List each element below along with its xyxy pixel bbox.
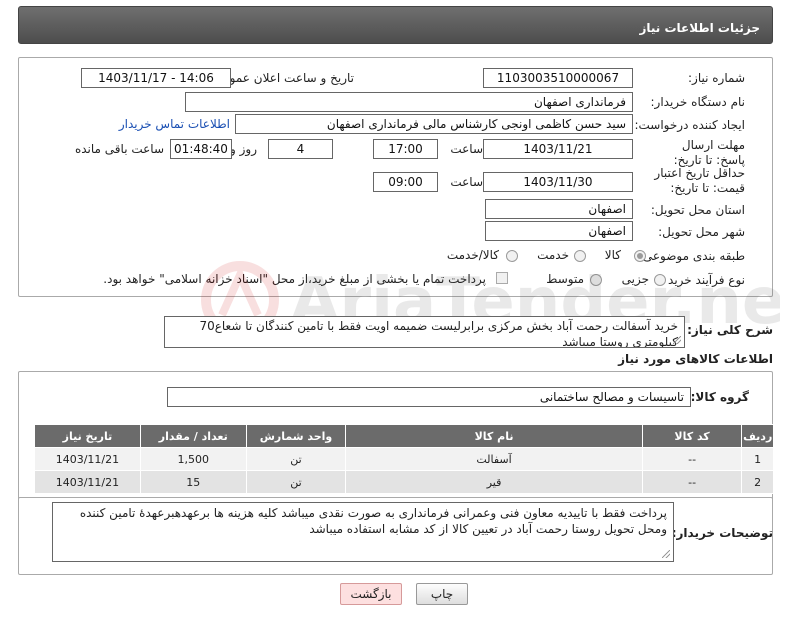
deadline-label: مهلت ارسال پاسخ: تا تاریخ: [673,138,745,167]
deadline-date-field[interactable]: 1403/11/21 [483,139,633,159]
treasury-payment-checkbox[interactable] [496,272,508,284]
province-field[interactable]: اصفهان [485,199,633,219]
creator-field[interactable]: سید حسن کاظمی اونجی کارشناس مالی فرماندا… [235,114,633,134]
deadline-time-field[interactable]: 17:00 [373,139,438,159]
contact-info-link[interactable]: اطلاعات تماس خریدار [119,117,230,132]
description-textarea[interactable]: خرید آسفالت رحمت آباد بخش مرکزی برابرلیس… [164,316,685,348]
process-medium-label: متوسط [546,272,584,286]
col-code: کد کالا [641,424,743,448]
table-row[interactable]: 1 -- آسفالت تن 1,500 1403/11/21 [34,447,774,471]
validity-time-word: ساعت [450,175,483,189]
validity-date-field[interactable]: 1403/11/30 [483,172,633,192]
treasury-payment-note: پرداخت تمام یا بخشی از مبلغ خرید،از محل … [103,272,486,286]
process-minor-label: جزیی [621,272,649,286]
col-row: ردیف [741,424,774,448]
province-label: استان محل تحویل: [650,203,745,217]
resize-handle[interactable] [673,336,681,344]
cell-date: 1403/11/21 [34,470,141,494]
goods-group-field[interactable]: تاسیسات و مصالح ساختمانی [167,387,691,407]
buyer-org-field[interactable]: فرمانداری اصفهان [185,92,633,112]
col-unit: واحد شمارش [245,424,347,448]
validity-time-field[interactable]: 09:00 [373,172,438,192]
resize-handle[interactable] [662,550,670,558]
category-service-label: خدمت [537,248,569,262]
process-minor-radio[interactable] [654,274,666,286]
remaining-time-field[interactable]: 01:48:40 [170,139,232,159]
cell-qty: 1,500 [139,447,247,471]
city-field[interactable]: اصفهان [485,221,633,241]
days-remaining-field[interactable]: 4 [268,139,333,159]
table-row[interactable]: 2 -- قیر تن 15 1403/11/21 [34,470,774,494]
page-header: جزئیات اطلاعات نیاز [18,6,773,44]
need-number-label: شماره نیاز: [688,71,745,85]
cell-unit: تن [245,470,347,494]
buyer-notes-textarea[interactable]: پرداخت فقط با تاییدیه معاون فنی وعمرانی … [52,502,674,562]
process-medium-radio[interactable] [590,274,602,286]
page-title: جزئیات اطلاعات نیاز [639,21,760,35]
days-word: روز و [230,142,257,156]
city-label: شهر محل تحویل: [658,225,745,239]
buyer-notes-label: توضیحات خریدار: [671,526,773,540]
col-date: تاریخ نیاز [34,424,141,448]
category-service-radio[interactable] [574,250,586,262]
cell-qty: 15 [139,470,247,494]
validity-label: حداقل تاریخ اعتبار قیمت: تا تاریخ: [654,166,745,195]
cell-code: -- [641,470,743,494]
cell-date: 1403/11/21 [34,447,141,471]
category-goods-label: کالا [604,248,621,262]
creator-label: ایجاد کننده درخواست: [634,118,745,132]
cell-unit: تن [245,447,347,471]
category-both-radio[interactable] [506,250,518,262]
goods-section-title: اطلاعات کالاهای مورد نیاز [618,352,773,366]
print-button[interactable]: چاپ [416,583,468,605]
buyer-notes-text: پرداخت فقط با تاییدیه معاون فنی وعمرانی … [79,506,667,536]
cell-name: آسفالت [345,447,643,471]
description-label: شرح کلی نیاز: [687,323,773,337]
category-goods-radio[interactable] [634,250,646,262]
description-text: خرید آسفالت رحمت آباد بخش مرکزی برابرلیس… [199,319,678,348]
cell-row: 1 [741,447,774,471]
back-button[interactable]: بازگشت [340,583,402,605]
category-both-label: کالا/خدمت [446,248,499,262]
process-label: نوع فرآیند خرید : [660,273,745,287]
buyer-org-label: نام دستگاه خریدار: [650,95,746,109]
col-qty: تعداد / مقدار [139,424,247,448]
cell-code: -- [641,447,743,471]
need-number-field[interactable]: 1103003510000067 [483,68,633,88]
goods-table-header: ردیف کد کالا نام کالا واحد شمارش تعداد /… [34,424,774,448]
goods-group-label: گروه کالا: [690,390,749,404]
deadline-time-word: ساعت [450,142,483,156]
category-label: طبقه بندی موضوعی: [638,249,745,263]
cell-row: 2 [741,470,774,494]
remaining-word: ساعت باقی مانده [74,142,164,156]
announce-field[interactable]: 1403/11/17 - 14:06 [81,68,231,88]
col-name: نام کالا [345,424,643,448]
goods-table: ردیف کد کالا نام کالا واحد شمارش تعداد /… [34,424,774,494]
cell-name: قیر [345,470,643,494]
